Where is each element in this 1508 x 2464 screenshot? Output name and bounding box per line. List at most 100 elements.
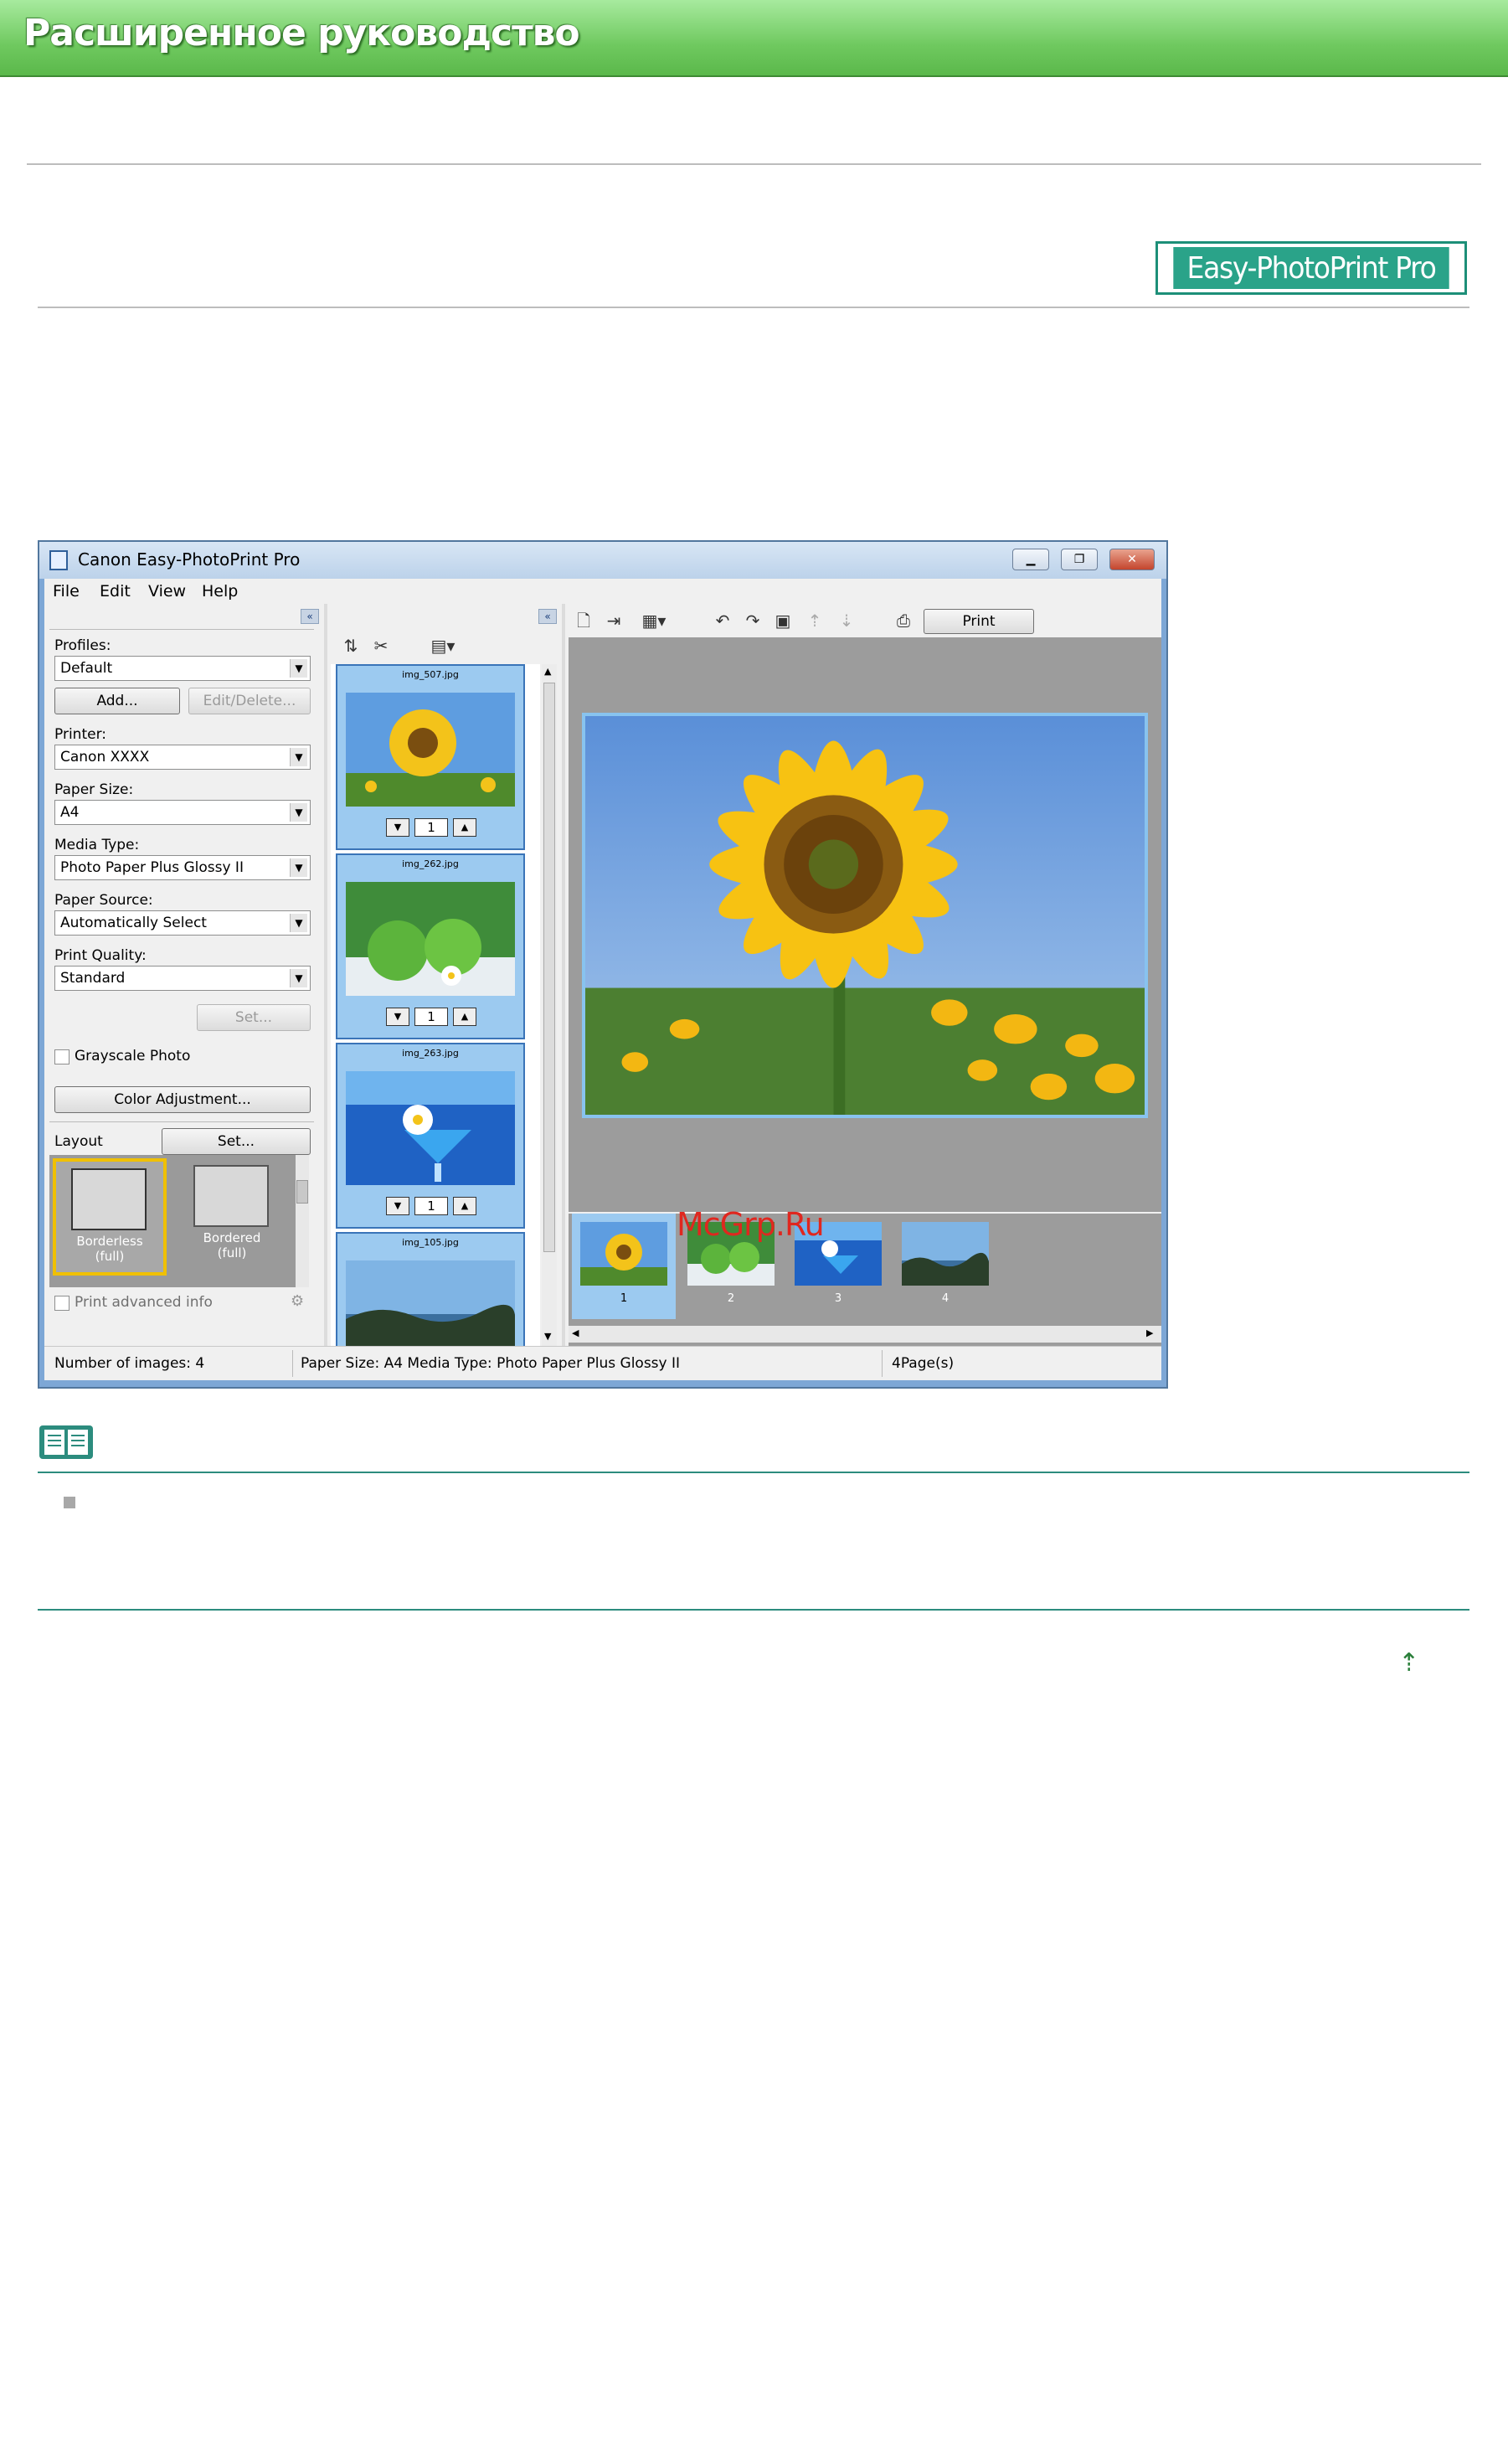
divider <box>27 163 1481 165</box>
photo-filename: img_262.jpg <box>402 858 459 869</box>
page-thumbnail <box>902 1222 989 1286</box>
sort-icon[interactable]: ⇅ <box>339 634 363 657</box>
splitter[interactable] <box>324 604 327 1346</box>
photo-filename: img_507.jpg <box>402 669 459 680</box>
layout-options-icon[interactable]: ▦▾ <box>634 609 674 632</box>
scroll-up-icon[interactable]: ▲ <box>544 666 551 677</box>
menu-edit[interactable]: Edit <box>100 582 131 601</box>
watermark: McGrp.Ru <box>677 1206 825 1243</box>
edit-delete-button[interactable]: Edit/Delete... <box>188 688 311 714</box>
status-separator <box>292 1350 293 1377</box>
page-strip: 1 2 3 4 ◀ ▶ <box>569 1214 1161 1346</box>
scroll-down-icon[interactable]: ▼ <box>544 1331 551 1342</box>
print-quality-select[interactable]: Standard ▼ <box>54 966 311 991</box>
bottom-divider <box>38 1609 1469 1611</box>
increase-icon[interactable]: ▲ <box>453 1008 476 1026</box>
copies-value[interactable]: 1 <box>414 1197 448 1215</box>
collapse-middle-icon[interactable]: « <box>538 609 557 624</box>
settings-panel: « Profiles: Default ▼ Add... Edit/Delete.… <box>44 604 321 1346</box>
status-page-count: 4Page(s) <box>892 1355 955 1372</box>
media-type-select[interactable]: Photo Paper Plus Glossy II ▼ <box>54 855 311 880</box>
add-profile-button[interactable]: Add... <box>54 688 180 714</box>
layout-set-button[interactable]: Set... <box>162 1128 311 1155</box>
paper-size-value: A4 <box>60 804 80 821</box>
splitter[interactable] <box>562 604 565 1346</box>
scroll-right-icon[interactable]: ▶ <box>1146 1327 1153 1338</box>
move-up-icon[interactable]: ⇡ <box>803 609 826 632</box>
up-arrow-icon[interactable]: ⇡ <box>1398 1648 1419 1678</box>
status-image-count: Number of images: 4 <box>54 1355 205 1372</box>
import-icon[interactable]: ⇥ <box>602 609 625 632</box>
decrease-icon[interactable]: ▼ <box>386 1197 409 1215</box>
crop-icon[interactable]: ▣ <box>771 609 795 632</box>
menu-file[interactable]: File <box>53 582 80 601</box>
apples-thumbnail <box>346 882 515 996</box>
page-strip-scrollbar[interactable]: ◀ ▶ <box>569 1326 1161 1343</box>
media-type-label: Media Type: <box>54 837 140 853</box>
rotate-right-icon[interactable]: ↷ <box>741 609 764 632</box>
page-header: Расширенное руководство <box>0 0 1508 77</box>
scrollbar-thumb[interactable] <box>543 683 555 1252</box>
page-thumb-selected[interactable]: 1 <box>572 1214 676 1319</box>
profiles-select[interactable]: Default ▼ <box>54 656 311 681</box>
copies-value[interactable]: 1 <box>414 818 448 837</box>
page-thumbnail <box>580 1222 667 1286</box>
grayscale-label: Grayscale Photo <box>75 1048 191 1064</box>
layout-scrollbar[interactable] <box>296 1155 309 1287</box>
minimize-button[interactable]: ▁ <box>1012 549 1049 570</box>
increase-icon[interactable]: ▲ <box>453 1197 476 1215</box>
decrease-icon[interactable]: ▼ <box>386 1008 409 1026</box>
layout-caption: Bordered (full) <box>203 1230 261 1260</box>
product-badge: Easy-PhotoPrint Pro <box>1155 241 1467 295</box>
scroll-left-icon[interactable]: ◀ <box>572 1327 579 1338</box>
media-type-value: Photo Paper Plus Glossy II <box>60 859 244 876</box>
app-window: Canon Easy-PhotoPrint Pro ▁ ❐ ✕ File Edi… <box>38 540 1168 1389</box>
profiles-label: Profiles: <box>54 637 111 654</box>
print-advanced-checkbox[interactable] <box>54 1296 69 1311</box>
delete-photo-icon[interactable]: ✂ <box>369 634 393 657</box>
collapse-left-icon[interactable]: « <box>301 609 319 624</box>
restore-button[interactable]: ❐ <box>1061 549 1098 570</box>
close-button[interactable]: ✕ <box>1109 549 1155 570</box>
sunflower-preview-image[interactable] <box>582 713 1148 1118</box>
photo-filename: img_263.jpg <box>402 1048 459 1059</box>
status-paper-info: Paper Size: A4 Media Type: Photo Paper P… <box>301 1355 681 1372</box>
paper-size-label: Paper Size: <box>54 781 134 798</box>
print-button[interactable]: Print <box>924 609 1034 634</box>
layout-item-borderless[interactable]: Borderless (full) <box>53 1158 167 1276</box>
menu-view[interactable]: View <box>148 582 186 601</box>
paper-source-select[interactable]: Automatically Select ▼ <box>54 910 311 936</box>
paper-size-select[interactable]: A4 ▼ <box>54 800 311 825</box>
rotate-left-icon[interactable]: ↶ <box>711 609 734 632</box>
page-number: 1 <box>620 1292 628 1305</box>
menu-help[interactable]: Help <box>202 582 238 601</box>
separator <box>49 629 314 630</box>
printer-select[interactable]: Canon XXXX ▼ <box>54 745 311 770</box>
flower-glass-thumbnail <box>346 1071 515 1185</box>
photo-cell[interactable]: img_105.jpg <box>336 1232 525 1348</box>
photo-cell[interactable]: img_507.jpg ▼ 1 ▲ <box>336 664 525 850</box>
status-separator <box>882 1350 883 1377</box>
settings-icon[interactable]: ⚙ <box>291 1292 304 1310</box>
page-thumb[interactable]: 4 <box>893 1214 997 1319</box>
layout-item-bordered[interactable]: Bordered (full) <box>175 1158 289 1276</box>
increase-icon[interactable]: ▲ <box>453 818 476 837</box>
preview-area <box>569 637 1161 1212</box>
chevron-down-icon: ▼ <box>290 914 307 932</box>
scrollbar-thumb[interactable] <box>296 1180 308 1204</box>
copies-value[interactable]: 1 <box>414 1008 448 1026</box>
grayscale-checkbox[interactable] <box>54 1049 69 1064</box>
layout-thumbnail <box>193 1165 269 1227</box>
photo-cell[interactable]: img_262.jpg ▼ 1 ▲ <box>336 853 525 1039</box>
separator <box>49 1121 314 1122</box>
view-mode-icon[interactable]: ▤▾ <box>425 634 461 657</box>
page-number: 2 <box>727 1292 735 1305</box>
page-icon[interactable]: 🗋 <box>572 609 595 632</box>
print-preview-icon[interactable]: ⎙ <box>892 609 915 632</box>
decrease-icon[interactable]: ▼ <box>386 818 409 837</box>
move-down-icon[interactable]: ⇣ <box>835 609 858 632</box>
color-adjustment-button[interactable]: Color Adjustment... <box>54 1086 311 1113</box>
photo-cell[interactable]: img_263.jpg ▼ 1 ▲ <box>336 1043 525 1229</box>
photo-list-scrollbar[interactable]: ▲ ▼ <box>542 664 557 1346</box>
quality-set-button[interactable]: Set... <box>197 1004 311 1031</box>
